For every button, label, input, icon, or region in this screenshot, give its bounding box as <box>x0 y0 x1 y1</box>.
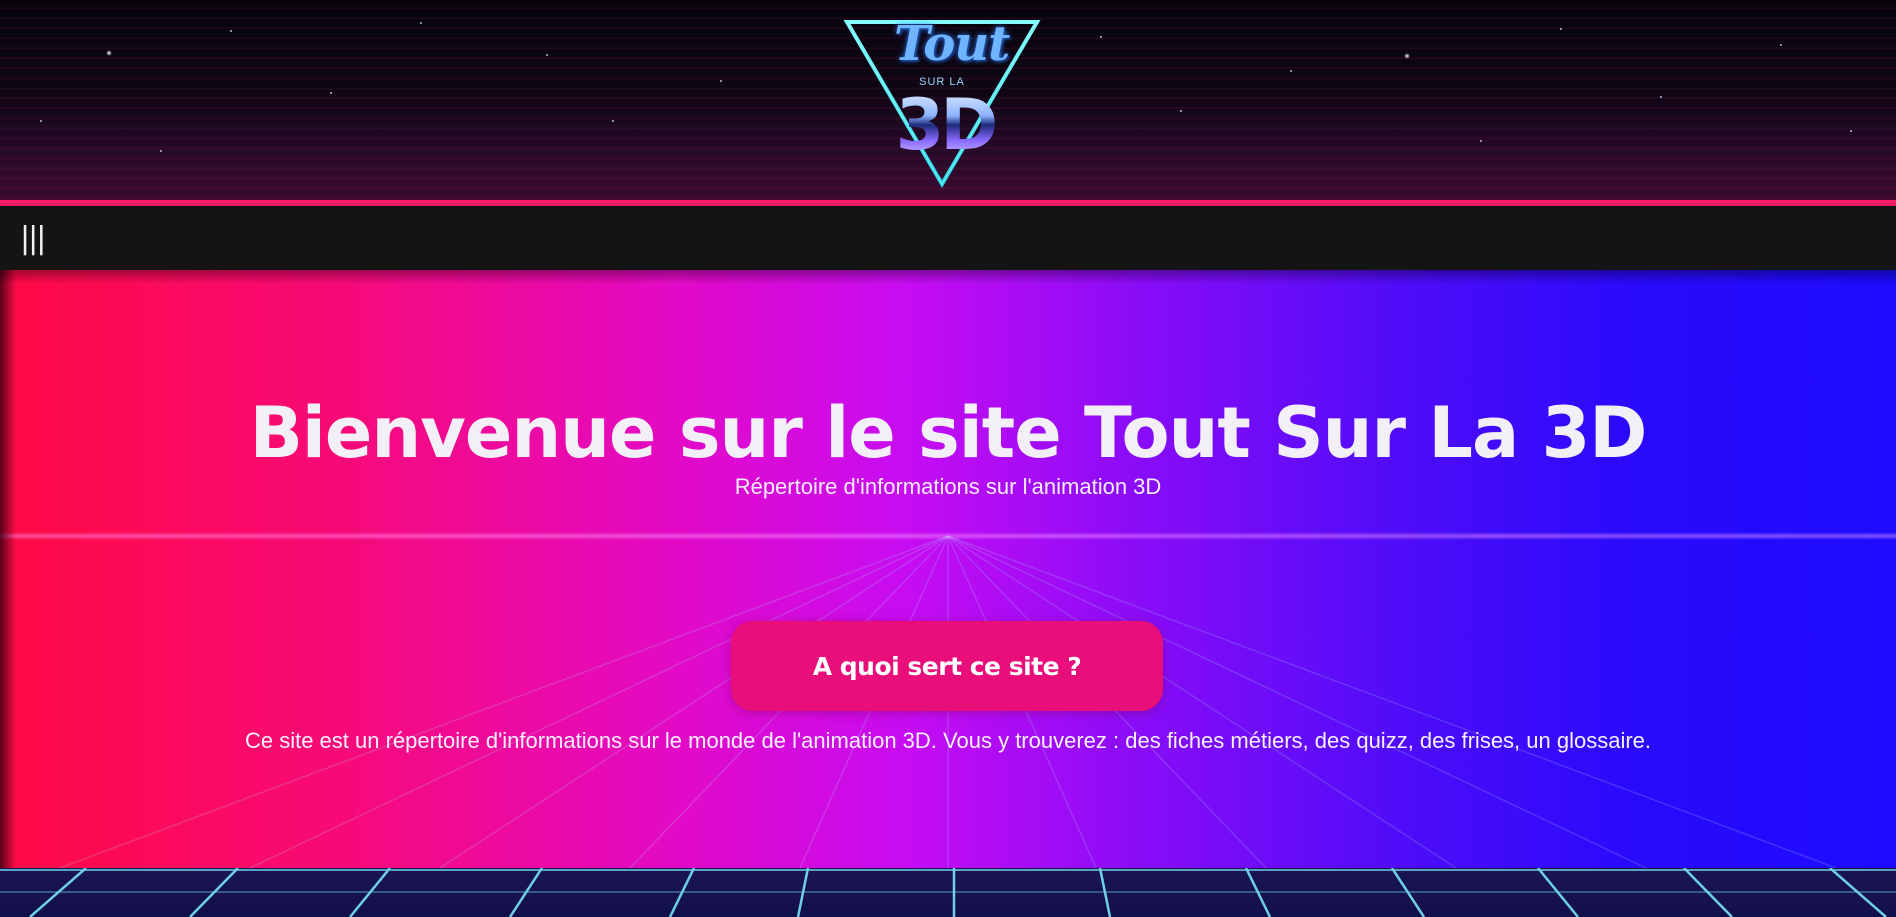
menu-icon[interactable]: ||| <box>20 224 50 256</box>
star <box>1660 96 1662 98</box>
star <box>546 54 548 56</box>
star <box>106 50 112 56</box>
star <box>612 120 614 122</box>
perspective-grid <box>59 535 1837 868</box>
about-site-button[interactable]: A quoi sert ce site ? <box>731 621 1163 711</box>
star <box>40 120 42 122</box>
star <box>160 150 162 152</box>
star <box>230 30 232 32</box>
star <box>1100 36 1102 38</box>
hero-top-shade <box>0 270 1896 284</box>
site-description: Ce site est un répertoire d'informations… <box>244 728 1652 753</box>
page-subtitle: Répertoire d'informations sur l'animatio… <box>734 474 1162 499</box>
logo-word-tout: Tout <box>894 16 1010 72</box>
site-header: Tout SUR LA 3D <box>0 0 1896 200</box>
star <box>720 80 722 82</box>
grid-floor-graphic <box>0 868 1896 917</box>
navigation-bar: ||| <box>0 206 1896 270</box>
star <box>1480 140 1482 142</box>
star <box>420 22 422 24</box>
horizon-line <box>0 532 1896 540</box>
retro-grid-floor <box>0 868 1896 917</box>
hero-section: Bienvenue sur le site Tout Sur La 3D Rép… <box>0 270 1896 868</box>
page-title: Bienvenue sur le site Tout Sur La 3D <box>249 392 1648 474</box>
star <box>1290 70 1292 72</box>
star <box>1180 110 1182 112</box>
star <box>1404 53 1410 59</box>
logo-word-3d: 3D <box>892 86 999 164</box>
star <box>330 92 332 94</box>
star <box>1780 44 1782 46</box>
star <box>1850 130 1852 132</box>
site-logo[interactable]: Tout SUR LA 3D <box>842 8 1042 192</box>
star <box>1560 28 1562 30</box>
hero-edge-shade <box>0 270 16 868</box>
